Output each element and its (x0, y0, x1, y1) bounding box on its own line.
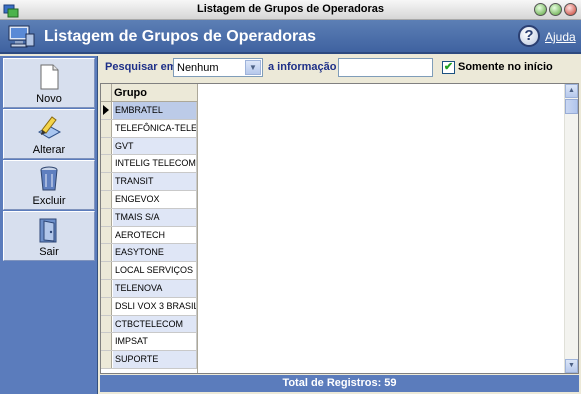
table-row[interactable]: LOCAL SERVIÇOS (101, 262, 197, 280)
chevron-down-icon[interactable]: ▼ (245, 60, 261, 75)
group-cell[interactable]: SUPORTE (113, 351, 197, 368)
delete-button-label: Excluir (32, 195, 66, 207)
edit-button[interactable]: Alterar (3, 109, 95, 159)
search-input[interactable] (338, 58, 433, 77)
table-row[interactable]: ENGEVOX (101, 190, 197, 209)
row-indicator[interactable] (101, 333, 112, 351)
group-cell[interactable]: TELENOVA (113, 279, 197, 297)
search-field-value: Nenhum (177, 62, 219, 74)
table-row[interactable]: CTBCTELECOM (101, 315, 197, 334)
column-header-group[interactable]: Grupo (101, 84, 197, 102)
row-indicator[interactable] (101, 226, 112, 244)
maximize-button[interactable] (549, 3, 562, 16)
table-row[interactable]: GVT (101, 137, 197, 156)
group-cell[interactable]: DSLI VOX 3 BRASIL (113, 297, 197, 315)
group-cell[interactable]: EMBRATEL (113, 102, 197, 119)
scroll-thumb[interactable] (565, 99, 578, 114)
row-indicator-header (101, 84, 112, 102)
table-row[interactable]: TRANSIT (101, 173, 197, 191)
starts-with-checkbox[interactable]: ✔ (442, 61, 455, 74)
table-row[interactable]: EMBRATEL (101, 102, 197, 120)
row-indicator[interactable] (101, 351, 112, 368)
trash-icon (40, 166, 58, 191)
search-in-label: Pesquisar em (105, 61, 177, 73)
new-document-icon (40, 64, 59, 90)
table-row[interactable]: INTELIG TELECOM (101, 155, 197, 174)
delete-button[interactable]: Excluir (3, 160, 95, 210)
grid-rows: EMBRATEL TELEFÔNICA-TELE GVT INTELIG TELECO… (101, 102, 197, 369)
window-titlebar: Listagem de Grupos de Operadoras (0, 0, 581, 20)
search-field-select[interactable]: Nenhum ▼ (173, 58, 263, 77)
row-indicator[interactable] (101, 262, 112, 279)
group-cell[interactable]: AEROTECH (113, 226, 197, 244)
group-cell[interactable]: IMPSAT (113, 333, 197, 351)
computer-network-icon (8, 25, 35, 48)
row-indicator[interactable] (101, 297, 112, 315)
column-header-label: Grupo (114, 87, 147, 99)
group-cell[interactable]: CTBCTELECOM (113, 315, 197, 333)
group-cell[interactable]: TELEFÔNICA-TELE (113, 119, 197, 137)
row-indicator[interactable] (101, 137, 112, 155)
close-button[interactable] (564, 3, 577, 16)
scroll-down-icon[interactable]: ▼ (565, 359, 578, 373)
row-indicator[interactable] (101, 190, 112, 208)
group-cell[interactable]: LOCAL SERVIÇOS (113, 262, 197, 279)
row-indicator[interactable] (101, 315, 112, 333)
row-indicator[interactable] (101, 244, 112, 262)
groups-grid: Grupo EMBRATEL TELEFÔNICA-TELE GVT INTELIG … (100, 83, 579, 374)
vertical-scrollbar[interactable]: ▲ ▼ (564, 84, 578, 373)
table-row[interactable]: AEROTECH (101, 226, 197, 245)
exit-button-label: Sair (39, 246, 59, 258)
group-cell[interactable]: EASYTONE (113, 244, 197, 262)
table-row[interactable]: IMPSAT (101, 333, 197, 352)
exit-door-icon (39, 218, 57, 243)
edit-button-label: Alterar (32, 144, 66, 156)
edit-icon (38, 116, 62, 139)
window-title: Listagem de Grupos de Operadoras (196, 3, 385, 15)
page-title: Listagem de Grupos de Operadoras (44, 28, 317, 45)
grid-empty-area (197, 84, 564, 373)
group-cell[interactable]: GVT (113, 137, 197, 155)
table-row[interactable]: DSLI VOX 3 BRASIL (101, 297, 197, 316)
page-header: Listagem de Grupos de Operadoras ? Ajuda (0, 20, 581, 54)
current-row-pointer-icon (103, 105, 109, 115)
help-button[interactable]: ? Ajuda (516, 24, 576, 50)
group-cell[interactable]: INTELIG TELECOM (113, 155, 197, 173)
table-row[interactable]: TELENOVA (101, 279, 197, 298)
sidebar: Novo Alterar Excluir Sair (0, 56, 98, 394)
search-bar: Pesquisar em Nenhum ▼ a informação ✔ Som… (100, 56, 579, 81)
information-label: a informação (268, 61, 337, 73)
table-row[interactable]: EASYTONE (101, 244, 197, 263)
row-indicator[interactable] (101, 208, 112, 226)
row-indicator[interactable] (101, 102, 112, 119)
exit-button[interactable]: Sair (3, 211, 95, 261)
total-records: Total de Registros: 59 (100, 375, 579, 392)
table-row[interactable]: TELEFÔNICA-TELE (101, 119, 197, 138)
row-indicator[interactable] (101, 119, 112, 137)
group-cell[interactable]: ENGEVOX (113, 190, 197, 208)
new-button-label: Novo (36, 93, 62, 105)
table-row[interactable]: TMAIS S/A (101, 208, 197, 227)
row-indicator[interactable] (101, 279, 112, 297)
row-indicator[interactable] (101, 155, 112, 173)
help-icon: ? (518, 25, 540, 47)
starts-with-label: Somente no início (458, 61, 553, 73)
group-cell[interactable]: TMAIS S/A (113, 208, 197, 226)
row-indicator[interactable] (101, 173, 112, 190)
group-cell[interactable]: TRANSIT (113, 173, 197, 190)
minimize-button[interactable] (534, 3, 547, 16)
scroll-up-icon[interactable]: ▲ (565, 84, 578, 98)
table-row[interactable]: SUPORTE (101, 351, 197, 369)
help-label: Ajuda (545, 30, 576, 44)
new-button[interactable]: Novo (3, 58, 95, 108)
